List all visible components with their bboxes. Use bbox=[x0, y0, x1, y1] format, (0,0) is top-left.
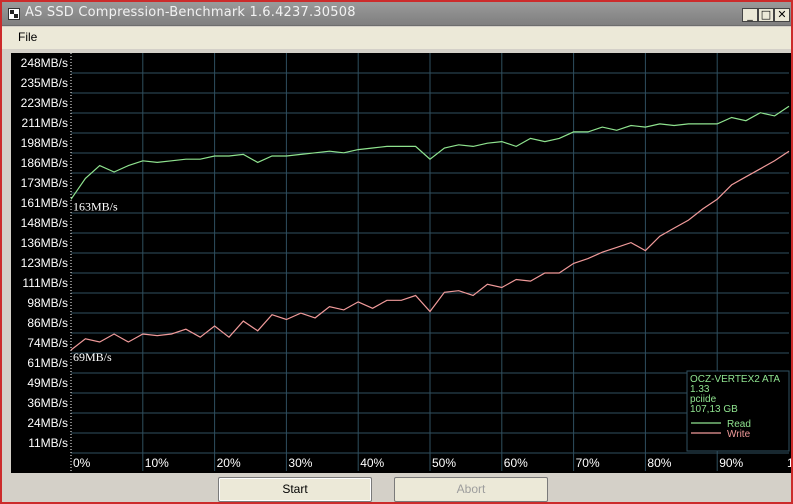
abort-button[interactable]: Abort bbox=[394, 477, 548, 502]
write-start-label: 69MB/s bbox=[73, 350, 112, 364]
y-tick-label: 136MB/s bbox=[21, 236, 68, 250]
y-tick-label: 186MB/s bbox=[21, 156, 68, 170]
title-bar[interactable]: AS SSD Compression-Benchmark 1.6.4237.30… bbox=[2, 2, 791, 26]
y-tick-label: 248MB/s bbox=[21, 56, 68, 70]
y-tick-label: 235MB/s bbox=[21, 76, 68, 90]
y-tick-label: 74MB/s bbox=[27, 336, 68, 350]
y-tick-label: 49MB/s bbox=[27, 376, 68, 390]
benchmark-window: AS SSD Compression-Benchmark 1.6.4237.30… bbox=[0, 0, 793, 504]
y-tick-label: 211MB/s bbox=[22, 116, 68, 130]
close-button[interactable]: ✕ bbox=[774, 8, 790, 22]
legend-label: Write bbox=[727, 429, 751, 440]
y-tick-label: 161MB/s bbox=[21, 196, 68, 210]
x-tick-label: 90% bbox=[719, 456, 743, 470]
x-tick-label: 70% bbox=[576, 456, 600, 470]
x-tick-label: 10% bbox=[145, 456, 169, 470]
x-tick-label: 50% bbox=[432, 456, 456, 470]
y-tick-label: 198MB/s bbox=[21, 136, 68, 150]
x-tick-label: 40% bbox=[360, 456, 384, 470]
app-icon bbox=[8, 8, 20, 20]
y-tick-label: 36MB/s bbox=[27, 396, 68, 410]
x-tick-label: 0% bbox=[73, 456, 91, 470]
maximize-button[interactable]: □ bbox=[758, 8, 774, 22]
y-tick-label: 123MB/s bbox=[21, 256, 68, 270]
menu-bar: File bbox=[2, 27, 791, 49]
y-tick-label: 173MB/s bbox=[21, 176, 68, 190]
benchmark-chart: 248MB/s 235MB/s 223MB/s 211MB/s 198MB/s 186MB… bbox=[11, 53, 791, 473]
read-start-label: 163MB/s bbox=[73, 199, 118, 213]
y-tick-label: 223MB/s bbox=[21, 96, 68, 110]
x-tick-label: 20% bbox=[217, 456, 241, 470]
start-button[interactable]: Start bbox=[218, 477, 372, 502]
y-tick-label: 11MB/s bbox=[28, 436, 68, 450]
x-tick-label: 100% bbox=[787, 456, 791, 470]
y-tick-label: 24MB/s bbox=[27, 416, 68, 430]
x-tick-label: 30% bbox=[288, 456, 312, 470]
y-tick-label: 111MB/s bbox=[22, 276, 68, 290]
x-tick-label: 60% bbox=[504, 456, 528, 470]
disk-capacity: 107,13 GB bbox=[690, 404, 738, 415]
window-title: AS SSD Compression-Benchmark 1.6.4237.30… bbox=[25, 5, 356, 20]
chart-background bbox=[11, 53, 791, 473]
x-tick-label: 80% bbox=[647, 456, 671, 470]
minimize-button[interactable]: _ bbox=[742, 8, 758, 22]
y-tick-label: 148MB/s bbox=[21, 216, 68, 230]
y-tick-label: 98MB/s bbox=[27, 296, 68, 310]
menu-item-file[interactable]: File bbox=[18, 30, 37, 44]
y-tick-label: 61MB/s bbox=[27, 356, 68, 370]
y-tick-label: 86MB/s bbox=[27, 316, 68, 330]
